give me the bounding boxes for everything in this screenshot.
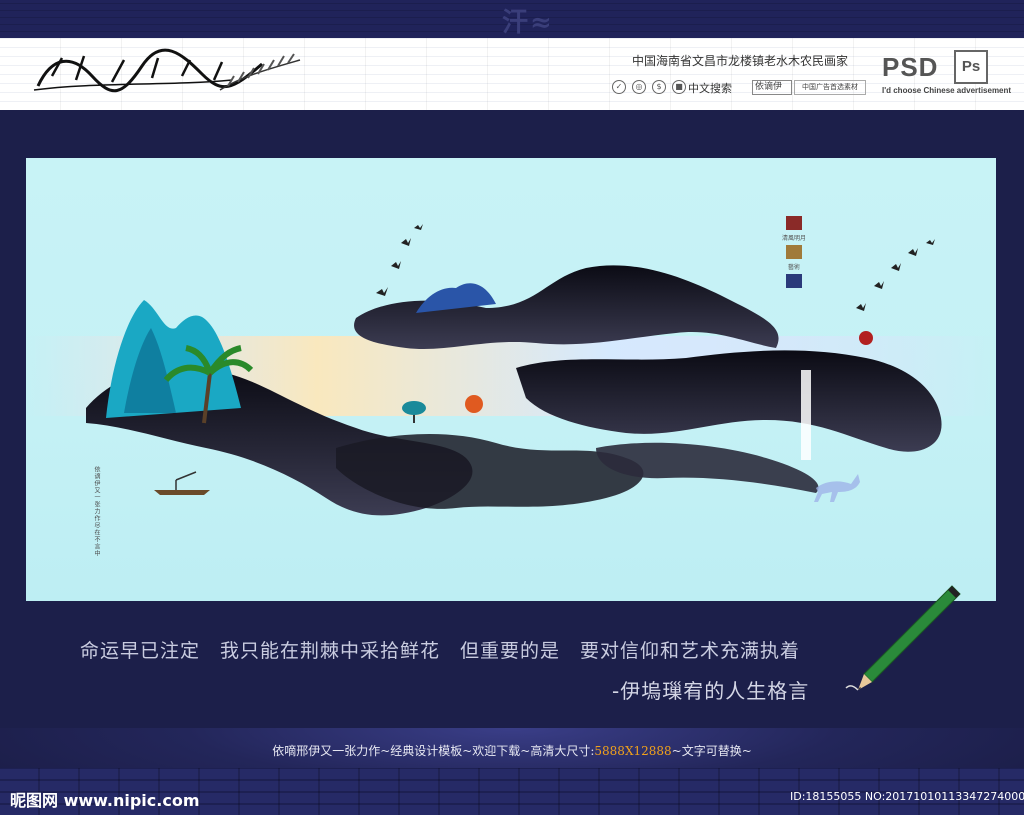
sun [465, 395, 483, 413]
search-input[interactable]: 依谪伊 [752, 80, 792, 95]
coin-icon: $ [652, 80, 666, 94]
tree-small [402, 401, 426, 423]
footer-text-before: 依嘀邢伊又一张力作~经典设计模板~欢迎下载~高清大尺寸: [272, 744, 595, 758]
boat [154, 471, 210, 495]
top-strip: 汗≈ [0, 0, 1024, 38]
seal-red [786, 216, 802, 230]
pencil-icon [845, 585, 961, 691]
square-icon: ■ [672, 80, 686, 94]
seal-gold [786, 245, 802, 259]
search-label: 中文搜索 [688, 82, 732, 95]
ink-landscape [26, 224, 996, 516]
deer [814, 474, 860, 502]
header-tagline: I'd choose Chinese advertisement [882, 86, 1012, 95]
photoshop-icon: Ps [954, 50, 988, 84]
footer-size: 5888X12888 [594, 744, 672, 758]
image-id: ID:18155055 NO:20171010113347274000 [790, 790, 1024, 803]
seal-caption-2: 藝術 [787, 264, 800, 271]
red-figure [859, 331, 873, 345]
quote-line: 命运早已注定 我只能在荆棘中采拾鲜花 但重要的是 要对信仰和艺术充满执着 [80, 640, 801, 662]
seal-stack: 清風明月 藝術 [774, 216, 814, 291]
check-icon: ✓ [612, 80, 626, 94]
poster-artwork: 依谪伊又一张力作尽在不言中 清風明月 藝術 [26, 158, 996, 601]
top-brand-mark: 汗≈ [502, 8, 554, 38]
seal-caption-1: 清風明月 [781, 235, 806, 242]
header-title: 中国海南省文昌市龙楼镇老水木农民画家 [632, 54, 849, 68]
header-icon-row: ✓ ◎ $ ■ [612, 80, 686, 94]
waterfall [801, 370, 811, 460]
footer-caption: 依嘀邢伊又一张力作~经典设计模板~欢迎下载~高清大尺寸:5888X12888~文… [0, 742, 1024, 759]
vertical-inscription: 依谪伊又一张力作尽在不言中 [93, 466, 100, 557]
psd-label: PSD [882, 52, 939, 82]
target-icon: ◎ [632, 80, 646, 94]
calligraphy-signature [33, 48, 301, 93]
footer-text-after: ~文字可替换~ [671, 744, 752, 758]
slogan-box: 中国广告首选素材 [794, 80, 866, 95]
nipic-logo[interactable]: 昵图网 www.nipic.com [10, 787, 200, 811]
seal-blue [786, 274, 802, 288]
quote-attribution: -伊塢璅宥的人生格言 [612, 679, 810, 703]
